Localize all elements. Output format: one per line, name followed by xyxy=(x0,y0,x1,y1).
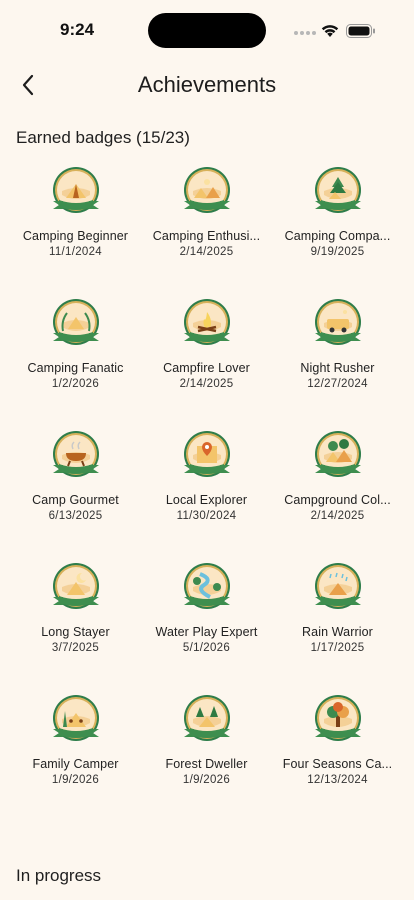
forest-tent-icon xyxy=(180,693,234,749)
moon-tent-icon xyxy=(49,561,103,617)
earned-badges-title: Earned badges (15/23) xyxy=(16,128,190,147)
badge-date: 2/14/2025 xyxy=(310,510,365,522)
badge-name: Camping Beginner xyxy=(22,229,129,243)
badge-name: Camp Gourmet xyxy=(32,493,119,507)
badge-name: Camping Fanatic xyxy=(27,361,124,375)
status-bar: 9:24 xyxy=(0,0,414,60)
badge-date: 2/14/2025 xyxy=(179,378,234,390)
badge-date: 1/9/2026 xyxy=(182,774,231,786)
badge-name: Long Stayer xyxy=(41,625,110,639)
badge-item[interactable]: Campfire Lover 2/14/2025 xyxy=(141,295,272,427)
rain-tent-icon xyxy=(311,561,365,617)
navigation-bar: Achievements xyxy=(0,62,414,108)
campfire-icon xyxy=(180,297,234,353)
badge-item[interactable]: Camping Fanatic 1/2/2026 xyxy=(10,295,141,427)
badge-item[interactable]: Four Seasons Ca... 12/13/2024 xyxy=(272,691,403,823)
river-icon xyxy=(180,561,234,617)
grill-icon xyxy=(49,429,103,485)
badge-date: 1/2/2026 xyxy=(51,378,100,390)
badge-date: 1/9/2026 xyxy=(51,774,100,786)
badge-item[interactable]: Campground Col... 2/14/2025 xyxy=(272,427,403,559)
cellular-signal-icon xyxy=(294,31,316,35)
badge-item[interactable]: Camp Gourmet 6/13/2025 xyxy=(10,427,141,559)
badge-date: 5/1/2026 xyxy=(182,642,231,654)
wifi-icon xyxy=(321,25,339,37)
badge-item[interactable]: Camping Beginner 11/1/2024 xyxy=(10,163,141,295)
badge-date: 3/7/2025 xyxy=(51,642,100,654)
badge-item[interactable]: Night Rusher 12/27/2024 xyxy=(272,295,403,427)
badge-name: Four Seasons Ca... xyxy=(282,757,393,771)
dynamic-island xyxy=(148,13,266,48)
badge-item[interactable]: Water Play Expert 5/1/2026 xyxy=(141,559,272,691)
badge-date: 9/19/2025 xyxy=(310,246,365,258)
page-title: Achievements xyxy=(137,72,277,97)
badge-name: Family Camper xyxy=(32,757,119,771)
earned-badges-grid: Camping Beginner 11/1/2024 Camping Enthusi… xyxy=(0,163,414,823)
badge-name: Water Play Expert xyxy=(155,625,258,639)
badge-date: 12/27/2024 xyxy=(307,378,368,390)
badge-item[interactable]: Forest Dweller 1/9/2026 xyxy=(141,691,272,823)
badge-item[interactable]: Camping Enthusi... 2/14/2025 xyxy=(141,163,272,295)
badge-name: Forest Dweller xyxy=(165,757,248,771)
badge-item[interactable]: Family Camper 1/9/2026 xyxy=(10,691,141,823)
map-pin-icon xyxy=(180,429,234,485)
badge-date: 12/13/2024 xyxy=(307,774,368,786)
badge-name: Night Rusher xyxy=(300,361,375,375)
camper-van-icon xyxy=(311,297,365,353)
badge-name: Rain Warrior xyxy=(302,625,373,639)
campground-icon xyxy=(311,429,365,485)
badge-name: Campfire Lover xyxy=(163,361,250,375)
family-tent-icon xyxy=(49,693,103,749)
tree-tent-icon xyxy=(311,165,365,221)
battery-icon xyxy=(346,24,375,38)
badge-date: 2/14/2025 xyxy=(179,246,234,258)
tents-icon xyxy=(180,165,234,221)
badge-name: Camping Compa... xyxy=(284,229,391,243)
badge-item[interactable]: Long Stayer 3/7/2025 xyxy=(10,559,141,691)
badge-item[interactable]: Local Explorer 11/30/2024 xyxy=(141,427,272,559)
badge-date: 11/1/2024 xyxy=(48,246,102,258)
tent-icon xyxy=(49,165,103,221)
badge-item[interactable]: Camping Compa... 9/19/2025 xyxy=(272,163,403,295)
badge-item[interactable]: Rain Warrior 1/17/2025 xyxy=(272,559,403,691)
badge-date: 11/30/2024 xyxy=(176,510,237,522)
badge-name: Campground Col... xyxy=(284,493,391,507)
in-progress-title: In progress xyxy=(16,866,102,885)
four-seasons-tree-icon xyxy=(311,693,365,749)
badge-date: 1/17/2025 xyxy=(310,642,365,654)
badge-name: Local Explorer xyxy=(165,493,248,507)
badge-date: 6/13/2025 xyxy=(48,510,103,522)
laurel-tent-icon xyxy=(49,297,103,353)
status-time: 9:24 xyxy=(60,20,95,39)
badge-name: Camping Enthusi... xyxy=(152,229,261,243)
